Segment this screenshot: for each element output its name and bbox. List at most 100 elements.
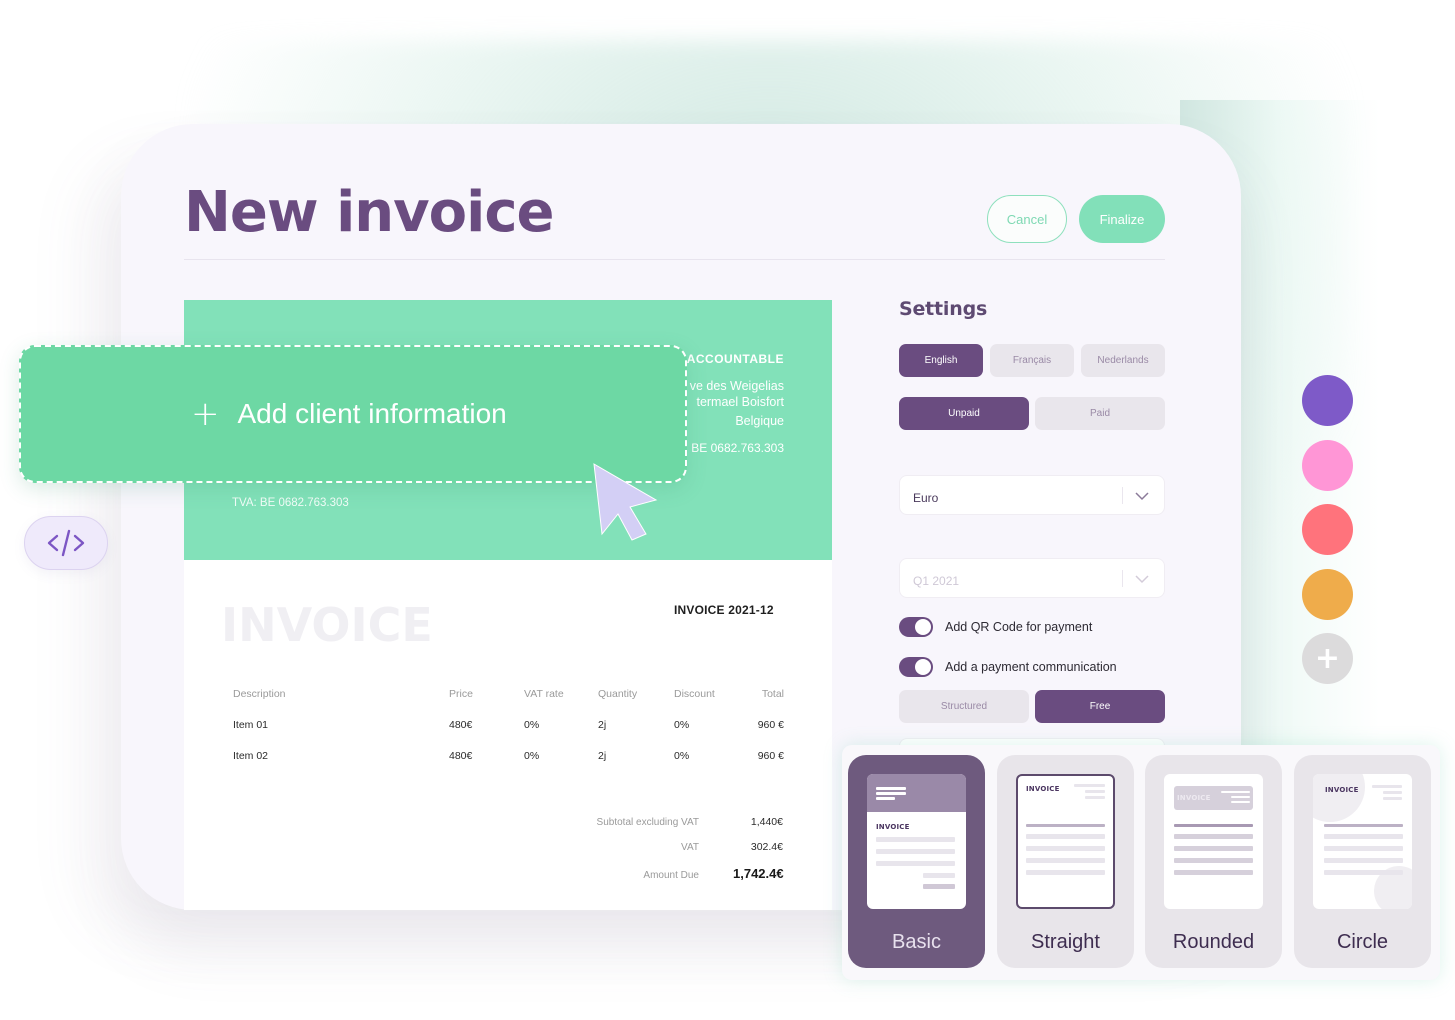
language-nederlands[interactable]: Nederlands xyxy=(1081,344,1165,377)
preview-line xyxy=(1324,824,1403,827)
qr-code-label: Add QR Code for payment xyxy=(945,620,1093,634)
preview-line xyxy=(876,792,906,795)
period-placeholder: Q1 2021 xyxy=(913,574,960,588)
preview-line xyxy=(1324,870,1403,875)
template-picker: INVOICE Basic INVOICE Straight INVOICE R… xyxy=(842,745,1440,980)
company-address-line1: ve des Weigelias xyxy=(689,379,784,393)
preview-line xyxy=(1174,834,1253,839)
page-title: New invoice xyxy=(184,180,554,245)
template-basic[interactable]: INVOICE Basic xyxy=(848,755,985,968)
select-separator xyxy=(1122,570,1123,587)
column-header: Quantity xyxy=(598,688,638,700)
cell-discount: 0% xyxy=(674,719,690,731)
preview-line xyxy=(1174,824,1253,827)
preview-line xyxy=(1026,824,1105,827)
preview-line xyxy=(1085,790,1105,793)
color-swatch-purple[interactable] xyxy=(1302,375,1353,426)
status-paid[interactable]: Paid xyxy=(1035,397,1165,430)
subtotal-value: 1,440€ xyxy=(750,816,783,828)
cell-quantity: 2j xyxy=(598,719,607,731)
amount-due-value: 1,742.4€ xyxy=(733,866,784,881)
payment-communication-label: Add a payment communication xyxy=(945,660,1117,674)
mouse-cursor-icon xyxy=(593,463,658,541)
template-name: Straight xyxy=(1031,931,1100,953)
preview-line xyxy=(876,849,955,854)
title-divider xyxy=(184,259,1165,260)
cell-price: 480€ xyxy=(449,719,473,731)
vat-row: VAT 302.4€ xyxy=(559,841,783,866)
preview-line xyxy=(1324,834,1403,839)
finalize-button[interactable]: Finalize xyxy=(1079,195,1165,243)
preview-circle xyxy=(1313,774,1365,822)
company-vat: BE 0682.763.303 xyxy=(691,441,784,455)
company-info: ACCOUNTABLE ve des Weigelias termael Boi… xyxy=(687,352,784,455)
payment-communication-toggle[interactable] xyxy=(899,657,933,677)
vat-label: VAT xyxy=(681,842,699,853)
table-header: Description Price VAT rate Quantity Disc… xyxy=(233,688,784,719)
chevron-down-icon xyxy=(1135,492,1149,501)
preview-label: INVOICE xyxy=(1177,794,1211,802)
cell-total: 960 € xyxy=(757,719,784,731)
plus-icon: + xyxy=(1314,640,1341,676)
company-country: Belgique xyxy=(735,414,784,428)
payment-communication-toggle-row[interactable]: Add a payment communication xyxy=(899,656,1117,678)
add-color-button[interactable]: + xyxy=(1302,633,1353,684)
language-english[interactable]: English xyxy=(899,344,983,377)
cell-total: 960 € xyxy=(757,750,784,762)
preview-line xyxy=(1221,791,1250,793)
period-select[interactable]: Q1 2021 xyxy=(899,558,1165,598)
add-client-button[interactable]: + Add client information xyxy=(19,345,687,483)
cell-vat-rate: 0% xyxy=(524,750,540,762)
preview-line xyxy=(876,797,895,800)
template-name: Circle xyxy=(1336,931,1389,953)
code-icon xyxy=(47,529,85,557)
preview-line xyxy=(923,873,955,878)
qr-code-toggle[interactable] xyxy=(899,617,933,637)
template-name: Rounded xyxy=(1172,931,1255,953)
color-swatch-pink[interactable] xyxy=(1302,440,1353,491)
preview-line xyxy=(1026,870,1105,875)
column-header: Discount xyxy=(674,688,715,700)
preview-line xyxy=(876,787,906,790)
preview-line xyxy=(1026,846,1105,851)
color-swatch-orange[interactable] xyxy=(1302,569,1353,620)
subtotal-row: Subtotal excluding VAT 1,440€ xyxy=(559,816,783,841)
status-unpaid[interactable]: Unpaid xyxy=(899,397,1029,430)
cell-description: Item 01 xyxy=(233,719,269,731)
qr-code-toggle-row[interactable]: Add QR Code for payment xyxy=(899,616,1092,638)
client-vat: TVA: BE 0682.763.303 xyxy=(232,497,349,509)
preview-line xyxy=(1085,796,1105,799)
template-rounded[interactable]: INVOICE Rounded xyxy=(1145,755,1282,968)
color-swatch-red[interactable] xyxy=(1302,504,1353,555)
preview-line xyxy=(1174,846,1253,851)
template-preview: INVOICE xyxy=(1016,774,1115,909)
preview-line xyxy=(1174,870,1253,875)
preview-line xyxy=(1231,796,1250,798)
template-preview: INVOICE xyxy=(1164,774,1263,909)
language-francais[interactable]: Français xyxy=(990,344,1074,377)
plus-icon: + xyxy=(191,394,220,434)
preview-line xyxy=(1383,797,1402,800)
code-embed-button[interactable] xyxy=(24,516,108,570)
cancel-button[interactable]: Cancel xyxy=(987,195,1067,243)
cell-description: Item 02 xyxy=(233,750,269,762)
template-straight[interactable]: INVOICE Straight xyxy=(997,755,1134,968)
template-circle[interactable]: INVOICE Circle xyxy=(1294,755,1431,968)
communication-free[interactable]: Free xyxy=(1035,690,1165,723)
preview-line xyxy=(923,884,955,889)
preview-line xyxy=(1231,801,1250,803)
column-header: Total xyxy=(761,688,784,700)
communication-structured[interactable]: Structured xyxy=(899,690,1029,723)
add-client-label: Add client information xyxy=(237,398,507,429)
invoice-watermark: INVOICE xyxy=(221,598,433,652)
preview-line xyxy=(1026,834,1105,839)
preview-line xyxy=(1372,785,1402,788)
invoice-body: INVOICE INVOICE 2021-12 Description Pric… xyxy=(184,560,832,910)
table-row: Item 01 480€ 0% 2j 0% 960 € xyxy=(233,719,784,750)
preview-line xyxy=(1324,858,1403,863)
preview-line xyxy=(1324,846,1403,851)
preview-line xyxy=(1026,858,1105,863)
template-name: Basic xyxy=(892,931,941,953)
currency-select[interactable]: Euro xyxy=(899,475,1165,515)
column-header: Price xyxy=(449,688,473,700)
